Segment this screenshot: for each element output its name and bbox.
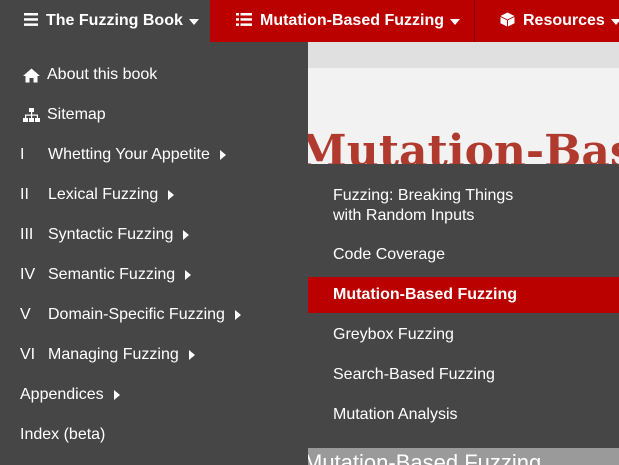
submenu-item-fuzzing-intro[interactable]: Fuzzing: Breaking Things with Random Inp…: [308, 184, 619, 228]
caret-right-icon: [168, 190, 175, 200]
resources-label: Resources: [523, 12, 605, 29]
chapter-menu-button[interactable]: Mutation-Based Fuzzing: [236, 0, 476, 42]
top-navbar: The Fuzzing Book Mutation-Based Fuzzing …: [0, 0, 619, 42]
part-number: VI: [20, 346, 36, 363]
chevron-down-icon: [188, 19, 199, 25]
caret-right-icon: [188, 350, 195, 360]
book-menu-button[interactable]: The Fuzzing Book: [0, 0, 210, 42]
submenu-item-label: Greybox Fuzzing: [333, 326, 454, 343]
part-number: I: [20, 146, 25, 163]
menu-item-part-3[interactable]: III Syntactic Fuzzing: [0, 215, 308, 255]
submenu-item-label: Code Coverage: [333, 246, 446, 263]
menu-item-label: Domain-Specific Fuzzing: [48, 306, 225, 323]
menu-item-label: Sitemap: [47, 106, 106, 123]
resources-menu-button[interactable]: Resources: [500, 0, 619, 42]
caret-right-icon: [234, 310, 241, 320]
sitemap-icon: [22, 106, 40, 124]
menu-item-part-2[interactable]: II Lexical Fuzzing: [0, 175, 308, 215]
home-icon: [22, 66, 40, 84]
chevron-down-icon: [610, 19, 619, 25]
caret-right-icon: [185, 270, 192, 280]
menu-item-index[interactable]: Index (beta): [0, 415, 308, 455]
caret-right-icon: [113, 390, 120, 400]
menu-item-part-1[interactable]: I Whetting Your Appetite: [0, 135, 308, 175]
menu-item-part-4[interactable]: IV Semantic Fuzzing: [0, 255, 308, 295]
menu-item-label: About this book: [47, 66, 158, 83]
book-title: The Fuzzing Book: [46, 12, 183, 29]
menu-item-label: Syntactic Fuzzing: [48, 226, 174, 243]
page-title-area: Mutation-Based Fuzzing: [308, 68, 619, 164]
submenu-item-search-based-fuzzing[interactable]: Search-Based Fuzzing: [308, 355, 619, 395]
menu-item-label: Index (beta): [20, 426, 106, 443]
cube-icon: [500, 12, 515, 31]
menu-item-part-6[interactable]: VI Managing Fuzzing: [0, 335, 308, 375]
menu-item-label: Semantic Fuzzing: [48, 266, 176, 283]
menu-item-label: Whetting Your Appetite: [48, 146, 210, 163]
submenu-item-label: Mutation Analysis: [333, 406, 458, 423]
hamburger-icon: [24, 12, 38, 30]
submenu-item-label: Fuzzing: Breaking Things: [333, 187, 514, 204]
menu-item-about[interactable]: About this book: [0, 55, 308, 95]
submenu-item-greybox-fuzzing[interactable]: Greybox Fuzzing: [308, 315, 619, 355]
page-title: Mutation-Based Fuzzing: [308, 126, 619, 164]
menu-item-part-5[interactable]: V Domain-Specific Fuzzing: [0, 295, 308, 335]
submenu-item-label: Search-Based Fuzzing: [333, 366, 495, 383]
submenu-item-label: with Random Inputs: [333, 207, 475, 224]
submenu-item-label: Mutation-Based Fuzzing: [333, 286, 517, 303]
book-dropdown-menu: About this book Sitemap I Whetting Your …: [0, 42, 308, 465]
menu-item-appendices[interactable]: Appendices: [0, 375, 308, 415]
part-number: V: [20, 306, 31, 323]
menu-item-label: Managing Fuzzing: [48, 346, 179, 363]
submenu-item-mutation-analysis[interactable]: Mutation Analysis: [308, 395, 619, 435]
part-number: II: [20, 186, 29, 203]
caret-right-icon: [183, 230, 190, 240]
nav-divider: [474, 0, 475, 42]
list-icon: [236, 12, 252, 30]
chevron-down-icon: [449, 19, 460, 25]
page-header-strip: [308, 42, 619, 68]
part-number: III: [20, 226, 34, 243]
caret-right-icon: [219, 150, 226, 160]
chapter-submenu: Fuzzing: Breaking Things with Random Inp…: [308, 164, 619, 448]
part-number: IV: [20, 266, 36, 283]
menu-item-label: Appendices: [20, 386, 104, 403]
submenu-item-code-coverage[interactable]: Code Coverage: [308, 235, 619, 275]
chapter-title: Mutation-Based Fuzzing: [260, 12, 444, 29]
menu-item-label: Lexical Fuzzing: [48, 186, 159, 203]
menu-item-sitemap[interactable]: Sitemap: [0, 95, 308, 135]
page-subtitle: Mutation-Based Fuzzing: [308, 450, 542, 465]
submenu-item-mutation-fuzzing[interactable]: Mutation-Based Fuzzing: [308, 277, 619, 313]
page-subtitle-area: Mutation-Based Fuzzing: [308, 448, 619, 465]
